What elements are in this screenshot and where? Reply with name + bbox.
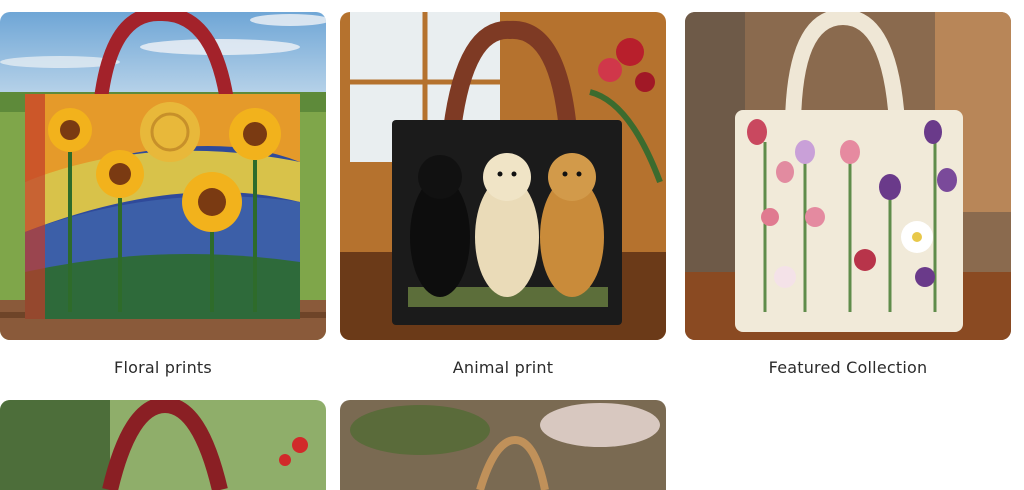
red-tote-image: [0, 400, 326, 490]
collection-card-floral-prints[interactable]: [0, 12, 326, 340]
collection-label-animal-print[interactable]: Animal print: [340, 358, 666, 377]
collection-label-floral-prints[interactable]: Floral prints: [0, 358, 326, 377]
collection-card-featured-collection[interactable]: [685, 12, 1011, 340]
outdoor-tote-image: [340, 400, 666, 490]
collection-card-animal-print[interactable]: [340, 12, 666, 340]
collection-card-outdoor-tote[interactable]: [340, 400, 666, 490]
collection-label-featured-collection[interactable]: Featured Collection: [685, 358, 1011, 377]
tulip-tote-image: [685, 12, 1011, 340]
floral-tote-image: [0, 12, 326, 340]
dog-tote-image: [340, 12, 666, 340]
collection-card-red-tote[interactable]: [0, 400, 326, 490]
